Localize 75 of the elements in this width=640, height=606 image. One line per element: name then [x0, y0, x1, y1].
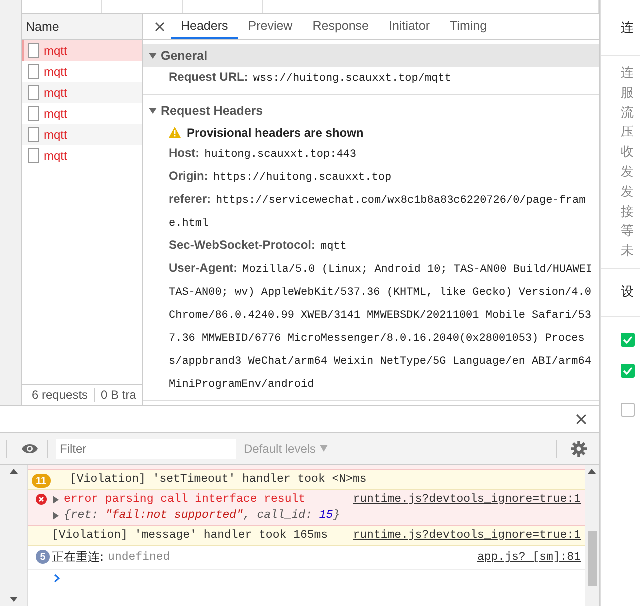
request-name: mqtt — [44, 86, 68, 100]
header-entry: Origin: https://huitong.scauxxt.top — [168, 168, 393, 186]
section-title: General — [161, 48, 208, 62]
transferred-size: 0 B tra — [94, 388, 136, 402]
warning-icon — [169, 127, 181, 138]
header-entry: Host: huitong.scauxxt.top:443 — [168, 145, 358, 163]
scroll-down-icon[interactable] — [10, 597, 18, 602]
request-row[interactable]: mqtt — [22, 124, 142, 145]
header-entry: Request URL: wss://huitong.scauxxt.top/mqtt — [168, 69, 452, 87]
file-icon — [28, 127, 39, 142]
scroll-thumb[interactable] — [588, 531, 596, 586]
source-link[interactable]: app.js? [sm]:81 — [477, 551, 581, 564]
file-icon — [28, 64, 39, 79]
checkbox[interactable] — [621, 402, 635, 417]
file-icon — [28, 148, 39, 163]
section-title: Request Headers — [161, 104, 264, 118]
stat-label: 发 — [621, 164, 635, 182]
tab[interactable]: Timing — [440, 14, 498, 39]
message-text: [Violation] 'message' handler took 165ms — [52, 529, 328, 542]
request-name: mqtt — [44, 44, 68, 58]
prompt-icon — [54, 574, 60, 583]
settings-icon[interactable] — [571, 440, 587, 456]
message-text: error parsing call interface result — [64, 493, 306, 506]
tab[interactable]: Headers — [171, 14, 238, 39]
source-link[interactable]: runtime.js?devtools_ignore=true:1 — [353, 529, 581, 542]
panel-heading: 连 — [601, 0, 640, 56]
repeat-count: 11 — [32, 474, 51, 488]
column-header: Name — [22, 14, 142, 40]
caret-icon — [320, 445, 328, 452]
tab[interactable]: Initiator — [379, 14, 440, 39]
checkbox[interactable] — [621, 364, 635, 378]
warning-text: Provisional headers are shown — [187, 126, 364, 140]
source-link[interactable]: runtime.js?devtools_ignore=true:1 — [353, 493, 581, 506]
settings-heading: 设 — [601, 268, 640, 317]
scroll-up-icon[interactable] — [588, 469, 596, 474]
request-row[interactable]: mqtt — [22, 82, 142, 103]
stat-label: 收 — [621, 144, 635, 162]
error-icon — [36, 494, 47, 505]
checkbox[interactable] — [621, 332, 635, 347]
stat-label: 连 — [621, 65, 635, 83]
stat-label: 未 — [621, 243, 635, 262]
repeat-count: 5 — [36, 550, 50, 564]
header-entry: Sec-WebSocket-Protocol: mqtt — [168, 237, 348, 255]
filter-field[interactable]: Filter — [56, 438, 236, 458]
message-value: undefined — [108, 551, 170, 564]
stat-label: 压 — [621, 124, 635, 142]
request-name: mqtt — [44, 148, 68, 162]
scroll-up-icon[interactable] — [10, 469, 18, 474]
eye-icon[interactable] — [21, 442, 39, 454]
file-icon — [28, 43, 39, 58]
request-name: mqtt — [44, 64, 68, 78]
check-icon — [623, 336, 633, 344]
tab[interactable]: Preview — [238, 14, 303, 39]
request-name: mqtt — [44, 128, 68, 142]
object-preview[interactable]: {ret: "fail:not supported", call_id: 15} — [64, 509, 340, 522]
stat-label: 等 — [621, 223, 635, 242]
request-row[interactable]: mqtt — [22, 40, 142, 61]
message-text: 正在重连: — [52, 549, 104, 566]
scrollbar[interactable] — [0, 465, 28, 606]
stat-label: 服 — [621, 84, 635, 103]
close-icon — [576, 414, 587, 424]
stat-label: 接 — [621, 204, 635, 222]
section-header[interactable]: General — [143, 44, 599, 67]
check-icon — [623, 366, 633, 375]
file-icon — [28, 106, 39, 121]
header-entry: User-Agent: Mozilla/5.0 (Linux; Android 10; TAS-AN00 Build/HUAWEITAS-AN00; wv) AppleWebKit/537.36 (KHTML, like Gecko) Version/4.0 Chrome/86.0.4240.99 XWEB/3141 MMWEBSDK/20211001 Mobile Safari/537.36 MMWEBID/6776 MicroMessenger/8.0.16.2040(0x28001053) Process/appbrand3 WeChat/arm64 Weixin NetType/5G Language/en ABI/arm64 MiniProgramEnv/android — [168, 260, 594, 393]
tab[interactable]: Response — [302, 14, 380, 39]
close-icon — [155, 22, 165, 32]
file-icon — [28, 85, 39, 100]
scrollbar[interactable] — [585, 465, 599, 606]
message-text: [Violation] 'setTimeout' handler took <N>ms — [70, 473, 367, 486]
request-count: 6 requests — [31, 388, 90, 402]
stat-label: 流 — [621, 104, 635, 123]
stat-label: 发 — [621, 184, 635, 202]
request-name: mqtt — [44, 106, 68, 120]
